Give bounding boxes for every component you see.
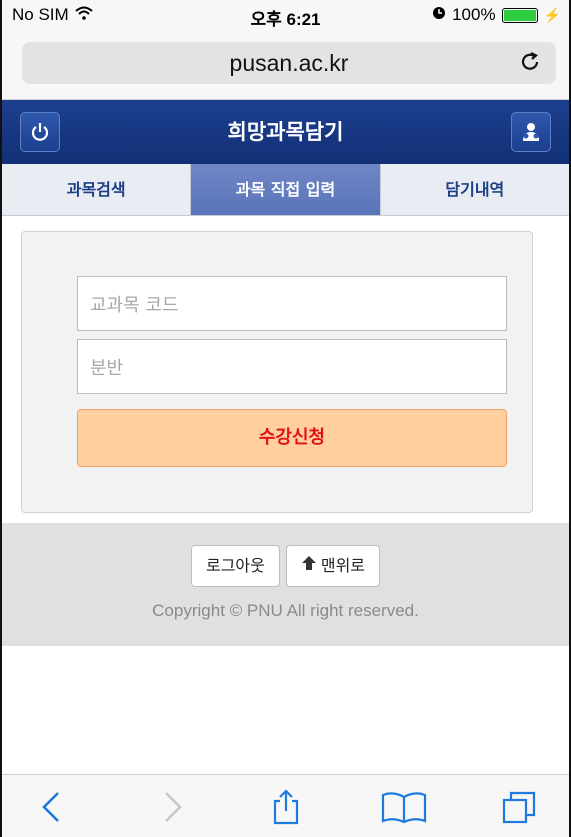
tab-course-search[interactable]: 과목검색 [2,164,190,215]
browser-bottom-toolbar [2,774,569,837]
browser-toolbar: pusan.ac.kr [2,30,569,100]
tabs-icon[interactable] [500,789,540,825]
status-right: 100% ⚡ [432,5,561,25]
battery-percent: 100% [452,5,496,24]
arrow-up-icon [301,546,317,586]
forward-icon[interactable] [152,789,192,825]
url-text: pusan.ac.kr [229,50,349,76]
browser-frame: No SIM 오후 6:21 100% ⚡ pusan.ac.kr 희망과목담기… [0,0,571,837]
tab-cart-history[interactable]: 담기내역 [379,164,569,215]
page-footer: 로그아웃 맨위로 Copyright © PNU All right reser… [2,523,569,646]
bookmarks-icon[interactable] [380,789,427,825]
users-icon [523,123,539,141]
tab-bar: 과목검색 과목 직접 입력 담기내역 [2,164,569,216]
input-panel: 교과목 코드 분반 수강신청 [21,231,533,513]
scroll-top-button[interactable]: 맨위로 [285,545,381,587]
scroll-top-label: 맨위로 [320,556,366,575]
reload-icon[interactable] [516,48,544,76]
logout-button[interactable]: 로그아웃 [190,545,280,587]
share-icon[interactable] [266,789,306,825]
app-header: 희망과목담기 [2,100,569,164]
charging-icon: ⚡ [543,6,561,23]
battery-icon [501,7,538,23]
address-bar[interactable]: pusan.ac.kr [22,42,556,84]
course-code-input[interactable]: 교과목 코드 [77,276,507,331]
page-title: 희망과목담기 [227,120,344,144]
tab-direct-input[interactable]: 과목 직접 입력 [190,164,380,215]
alarm-icon [432,5,446,25]
user-button[interactable] [511,112,551,152]
back-icon[interactable] [32,789,72,825]
logout-label: 로그아웃 [205,556,265,575]
status-bar: No SIM 오후 6:21 100% ⚡ [2,0,569,30]
apply-button[interactable]: 수강신청 [77,409,507,467]
footer-buttons: 로그아웃 맨위로 [2,545,569,587]
copyright-text: Copyright © PNU All right reserved. [152,601,419,620]
section-input[interactable]: 분반 [77,339,507,394]
